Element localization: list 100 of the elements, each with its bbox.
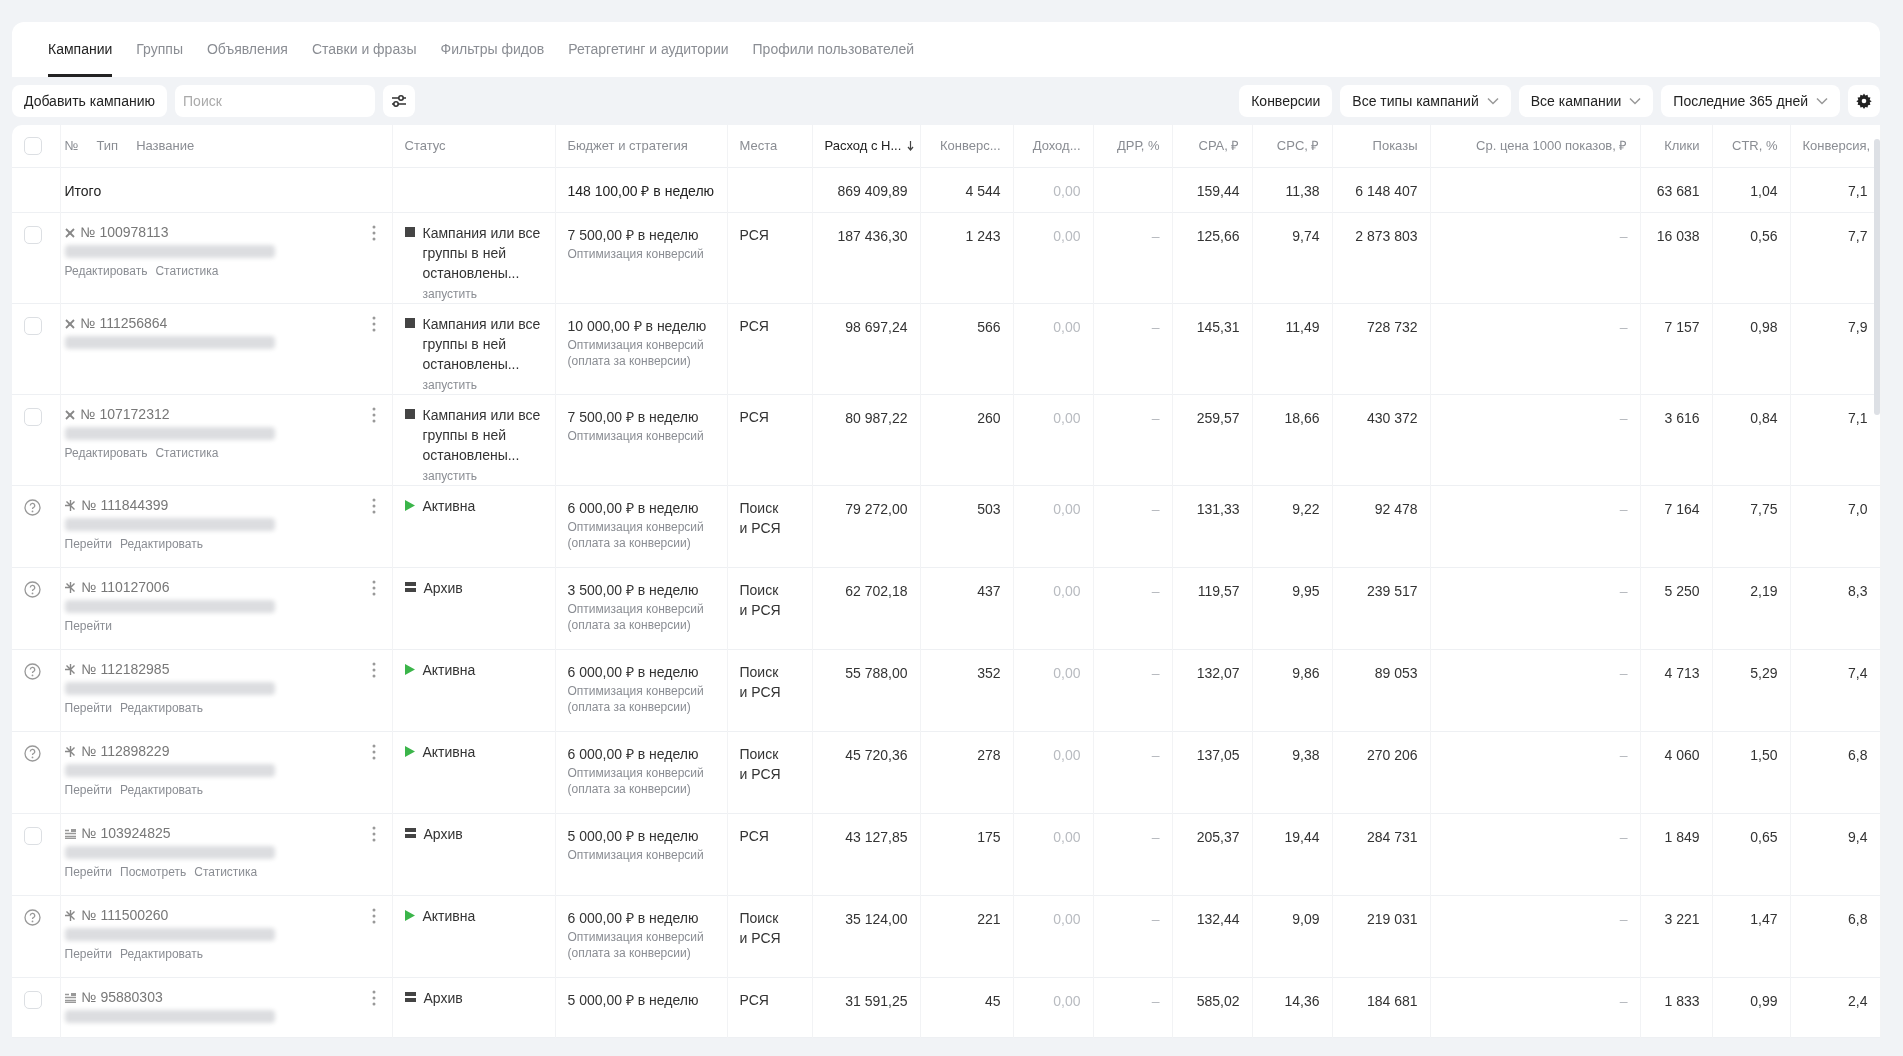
row-checkbox[interactable]: [24, 826, 42, 845]
action-link[interactable]: Перейти: [64, 534, 113, 553]
tab[interactable]: Группы: [136, 22, 183, 77]
action-link[interactable]: Перейти: [64, 780, 113, 799]
places-text: РСЯ: [739, 225, 770, 245]
column-header[interactable]: CPC, ₽: [1276, 136, 1320, 156]
action-link[interactable]: Редактировать: [64, 261, 148, 280]
settings-button[interactable]: [1848, 85, 1880, 117]
tab[interactable]: Фильтры фидов: [440, 22, 545, 77]
table-cell: 221: [977, 910, 1001, 927]
more-icon[interactable]: [371, 907, 376, 924]
scrollbar[interactable]: [1874, 139, 1880, 415]
table-cell: –: [1151, 828, 1160, 845]
table-cell: 0,84: [1750, 409, 1778, 426]
help-icon[interactable]: [24, 744, 41, 762]
column-header[interactable]: Название: [136, 136, 195, 156]
action-link[interactable]: Статистика: [155, 261, 219, 280]
column-header[interactable]: Расход с Н...: [824, 136, 915, 156]
action-link[interactable]: Перейти: [64, 698, 113, 717]
table-cell: 7 157: [1664, 318, 1700, 335]
table-cell: 184 681: [1366, 992, 1418, 1009]
search-field[interactable]: Поиск: [175, 85, 376, 117]
column-header[interactable]: Клики: [1664, 136, 1700, 156]
column-header[interactable]: Показы: [1372, 136, 1418, 156]
table-cell: 0,00: [1053, 664, 1081, 681]
column-header[interactable]: Места: [739, 136, 778, 156]
more-icon[interactable]: [371, 825, 376, 842]
column-header[interactable]: Статус: [404, 136, 446, 156]
column-header[interactable]: CTR, %: [1732, 136, 1778, 156]
more-icon[interactable]: [371, 579, 376, 596]
help-icon[interactable]: [24, 498, 41, 516]
column-header[interactable]: ДРР, %: [1117, 136, 1160, 156]
column-header[interactable]: Бюджет и стратегия: [567, 136, 688, 156]
dropdown-button[interactable]: Все типы кампаний: [1340, 85, 1511, 117]
start-link[interactable]: запустить: [404, 466, 543, 485]
action-link[interactable]: Статистика: [155, 443, 219, 462]
dropdown-button[interactable]: Все кампании: [1518, 85, 1654, 117]
start-link[interactable]: запустить: [404, 284, 543, 303]
action-link[interactable]: Перейти: [64, 616, 113, 635]
table-cell: 566: [977, 318, 1001, 335]
more-icon[interactable]: [371, 315, 376, 332]
more-icon[interactable]: [371, 497, 376, 514]
table-cell: 9,95: [1292, 582, 1320, 599]
tab[interactable]: Профили пользователей: [752, 22, 915, 77]
more-icon[interactable]: [371, 224, 376, 241]
status-text: Кампания или все группы в ней остановлены...: [422, 314, 542, 374]
action-link[interactable]: Статистика: [194, 862, 258, 881]
start-link[interactable]: запустить: [404, 375, 543, 394]
action-link[interactable]: Перейти: [64, 944, 113, 963]
column-header[interactable]: Конверсия,: [1802, 136, 1871, 156]
table-cell: 62 702,18: [845, 582, 908, 599]
column-header[interactable]: №: [64, 136, 79, 156]
table-cell: 869 409,89: [837, 182, 908, 199]
filter-button[interactable]: Конверсии: [1239, 85, 1333, 117]
table-cell: –: [1619, 746, 1628, 763]
row-checkbox[interactable]: [24, 225, 42, 244]
table-cell: 16 038: [1656, 227, 1700, 244]
tab[interactable]: Ретаргетинг и аудитории: [568, 22, 729, 77]
action-link[interactable]: Редактировать: [64, 443, 148, 462]
add-campaign-button[interactable]: Добавить кампанию: [12, 85, 168, 117]
table-cell: 0,00: [1053, 828, 1081, 845]
table-cell: –: [1619, 828, 1628, 845]
table-cell: 0,00: [1053, 746, 1081, 763]
more-icon[interactable]: [371, 989, 376, 1006]
action-link[interactable]: Перейти: [64, 862, 113, 881]
tab[interactable]: Объявления: [206, 22, 288, 77]
table-cell: –: [1151, 992, 1160, 1009]
dropdown-button[interactable]: Последние 365 дней: [1661, 85, 1840, 117]
table-cell: 0,99: [1750, 992, 1778, 1009]
column-header[interactable]: Доход...: [1032, 136, 1081, 156]
column-header[interactable]: Тип: [96, 136, 119, 156]
help-icon[interactable]: [24, 662, 41, 680]
more-icon[interactable]: [371, 406, 376, 423]
tab[interactable]: Кампании: [48, 22, 113, 77]
filter-settings-button[interactable]: [383, 85, 416, 117]
table-cell: 503: [977, 500, 1001, 517]
more-icon[interactable]: [371, 743, 376, 760]
row-checkbox[interactable]: [24, 316, 42, 335]
row-checkbox[interactable]: [24, 407, 42, 426]
action-link[interactable]: Редактировать: [120, 534, 203, 553]
help-icon[interactable]: [24, 908, 41, 926]
more-icon[interactable]: [371, 661, 376, 678]
select-all-checkbox[interactable]: [24, 136, 42, 155]
action-link[interactable]: Редактировать: [120, 944, 203, 963]
column-header[interactable]: Ср. цена 1000 показов, ₽: [1476, 136, 1628, 156]
action-link[interactable]: Редактировать: [120, 780, 203, 799]
table-cell: 45: [984, 992, 1001, 1009]
column-header[interactable]: CPA, ₽: [1198, 136, 1240, 156]
tab[interactable]: Ставки и фразы: [311, 22, 417, 77]
campaign-number: № 107172312: [80, 405, 170, 424]
table-cell: 0,00: [1053, 910, 1081, 927]
action-link[interactable]: Посмотреть: [120, 862, 187, 881]
help-icon[interactable]: [24, 580, 41, 598]
table-cell: 132,07: [1196, 664, 1240, 681]
table-cell: 159,44: [1196, 182, 1240, 199]
places-text: Поиск и РСЯ: [739, 498, 782, 538]
action-link[interactable]: Редактировать: [120, 698, 203, 717]
column-header[interactable]: Конверс...: [939, 136, 1001, 156]
row-checkbox[interactable]: [24, 990, 42, 1009]
table-cell: 0,00: [1053, 227, 1081, 244]
